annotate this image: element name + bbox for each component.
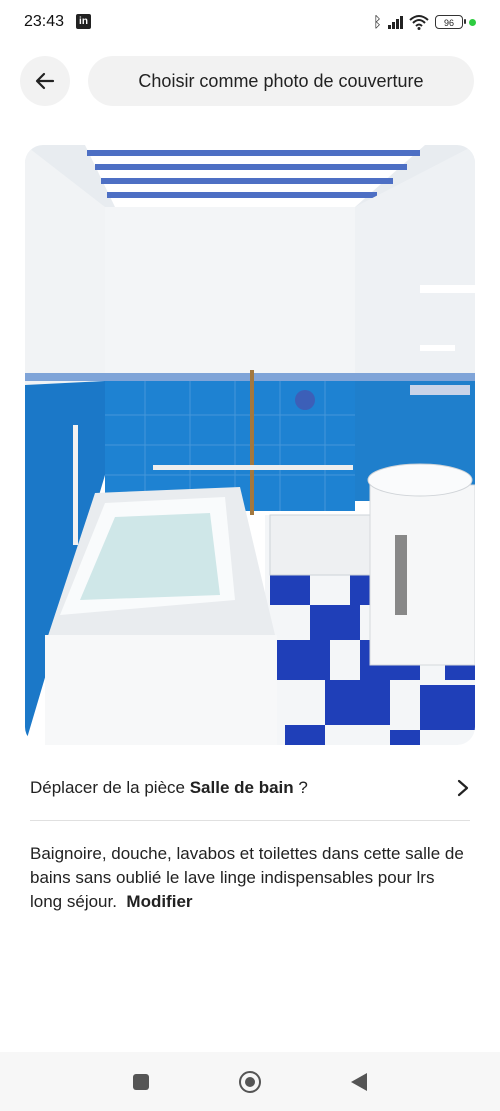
system-back-button[interactable]	[351, 1072, 367, 1091]
signal-icon	[388, 15, 403, 29]
move-room-prefix: Déplacer de la pièce	[30, 778, 190, 797]
room-photo[interactable]	[25, 145, 475, 745]
modify-caption-link[interactable]: Modifier	[126, 892, 192, 911]
recents-button[interactable]	[133, 1073, 149, 1090]
photo-caption: Baignoire, douche, lavabos et toilettes …	[30, 842, 470, 914]
move-room-suffix: ?	[293, 778, 308, 797]
home-dot-icon	[245, 1076, 255, 1087]
bluetooth-icon: ᛒ	[372, 13, 382, 31]
bathroom-image	[25, 145, 475, 745]
caption-text: Baignoire, douche, lavabos et toilettes …	[30, 844, 464, 911]
room-name: Salle de bain	[189, 778, 294, 797]
status-icons: ᛒ 96	[373, 12, 476, 32]
status-bar: 23:43 in ᛒ 96	[0, 0, 500, 46]
status-time: 23:43	[24, 13, 65, 30]
system-nav-bar	[0, 1052, 500, 1111]
wifi-icon	[409, 15, 429, 30]
linkedin-icon: in	[76, 14, 91, 29]
move-room-text: Déplacer de la pièce Salle de bain ?	[30, 778, 308, 798]
move-room-row[interactable]: Déplacer de la pièce Salle de bain ?	[30, 764, 470, 812]
chevron-right-icon	[457, 779, 469, 797]
back-button[interactable]	[20, 56, 70, 106]
battery-icon: 96	[435, 15, 466, 29]
status-dot-icon	[469, 18, 476, 26]
home-button[interactable]	[239, 1070, 261, 1093]
set-cover-photo-button[interactable]: Choisir comme photo de couverture	[88, 56, 474, 106]
arrow-left-icon	[35, 72, 55, 90]
divider	[30, 820, 470, 821]
